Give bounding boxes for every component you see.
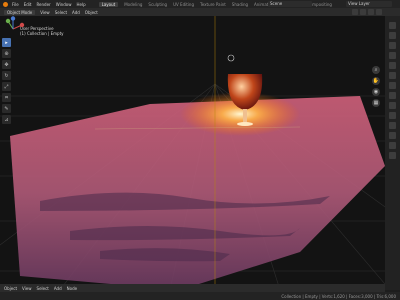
view-layer-selector[interactable]: View Layer: [346, 1, 392, 7]
cursor-tool-icon[interactable]: ⊕: [2, 49, 11, 58]
menu-edit[interactable]: Edit: [24, 2, 32, 7]
physics-properties-icon[interactable]: [389, 112, 396, 119]
mode-dropdown[interactable]: Object Mode: [4, 9, 36, 15]
view-layer-properties-icon[interactable]: [389, 52, 396, 59]
bottom-menu-node[interactable]: Node: [67, 286, 77, 291]
solid-shading-button[interactable]: [360, 9, 366, 15]
header-menu-add[interactable]: Add: [72, 10, 80, 15]
transform-tool-icon[interactable]: ⌗: [2, 93, 11, 102]
status-bar: Collection | Empty | Verts:1,620 | Faces…: [0, 292, 400, 300]
wine-glass-stem: [243, 109, 247, 123]
material-shading-button[interactable]: [368, 9, 374, 15]
pan-hand-icon[interactable]: ✋: [372, 77, 380, 85]
scene-selector[interactable]: Scene: [268, 1, 312, 7]
tab-sculpting[interactable]: Sculpting: [148, 2, 167, 7]
grid-icon[interactable]: ▦: [372, 99, 380, 107]
annotate-tool-icon[interactable]: ✎: [2, 104, 11, 113]
modifier-properties-icon[interactable]: [389, 92, 396, 99]
scene-properties-icon[interactable]: [389, 62, 396, 69]
blender-logo-icon[interactable]: [3, 1, 8, 7]
rotate-tool-icon[interactable]: ↻: [2, 71, 11, 80]
rendered-shading-button[interactable]: [376, 9, 382, 15]
bottom-menu-view[interactable]: View: [22, 286, 32, 291]
navigation-buttons: ⌕ ✋ ◉ ▦: [372, 66, 380, 107]
scene-statistics: Collection | Empty | Verts:1,620 | Faces…: [281, 293, 396, 299]
world-properties-icon[interactable]: [389, 72, 396, 79]
viewport-scene: [0, 16, 385, 290]
menu-help[interactable]: Help: [76, 2, 85, 7]
wine-glass-base: [237, 122, 253, 126]
bottom-editor-header: Object View Select Add Node: [0, 284, 385, 292]
top-bar: File Edit Render Window Help Layout Mode…: [0, 0, 400, 8]
menu-file[interactable]: File: [12, 2, 19, 7]
wireframe-shading-button[interactable]: [352, 9, 358, 15]
navigation-gizmo[interactable]: [0, 16, 26, 42]
properties-tabs: [385, 16, 400, 290]
scale-tool-icon[interactable]: ⤢: [2, 82, 11, 91]
tab-layout[interactable]: Layout: [98, 1, 119, 7]
constraints-properties-icon[interactable]: [389, 122, 396, 129]
particles-properties-icon[interactable]: [389, 102, 396, 109]
output-properties-icon[interactable]: [389, 42, 396, 49]
header-menu-view[interactable]: View: [40, 10, 50, 15]
bottom-menu-add[interactable]: Add: [54, 286, 62, 291]
data-properties-icon[interactable]: [389, 132, 396, 139]
object-properties-icon[interactable]: [389, 82, 396, 89]
menu-window[interactable]: Window: [56, 2, 72, 7]
move-tool-icon[interactable]: ✥: [2, 60, 11, 69]
render-properties-icon[interactable]: [389, 32, 396, 39]
camera-icon[interactable]: ◉: [372, 88, 380, 96]
material-properties-icon[interactable]: [389, 142, 396, 149]
tab-uv-editing[interactable]: UV Editing: [173, 2, 194, 7]
3d-viewport[interactable]: User Perspective (1) Collection | Empty …: [0, 16, 385, 290]
tab-shading[interactable]: Shading: [232, 2, 248, 7]
tab-modeling[interactable]: Modeling: [124, 2, 142, 7]
measure-tool-icon[interactable]: ⊿: [2, 115, 11, 124]
bottom-menu-select[interactable]: Select: [37, 286, 49, 291]
viewport-collection-label: (1) Collection | Empty: [20, 31, 64, 36]
tab-texture-paint[interactable]: Texture Paint: [200, 2, 226, 7]
tool-shelf: ▸ ⊕ ✥ ↻ ⤢ ⌗ ✎ ⊿: [2, 38, 11, 124]
bottom-object-dropdown[interactable]: Object: [4, 286, 17, 291]
viewport-header: Object Mode View Select Add Object: [0, 8, 400, 16]
header-menu-object[interactable]: Object: [85, 10, 98, 15]
zoom-icon[interactable]: ⌕: [372, 66, 380, 74]
tool-properties-icon[interactable]: [389, 22, 396, 29]
shading-buttons: [350, 9, 382, 15]
texture-properties-icon[interactable]: [389, 152, 396, 159]
header-menu-select[interactable]: Select: [55, 10, 67, 15]
menu-render[interactable]: Render: [36, 2, 50, 7]
